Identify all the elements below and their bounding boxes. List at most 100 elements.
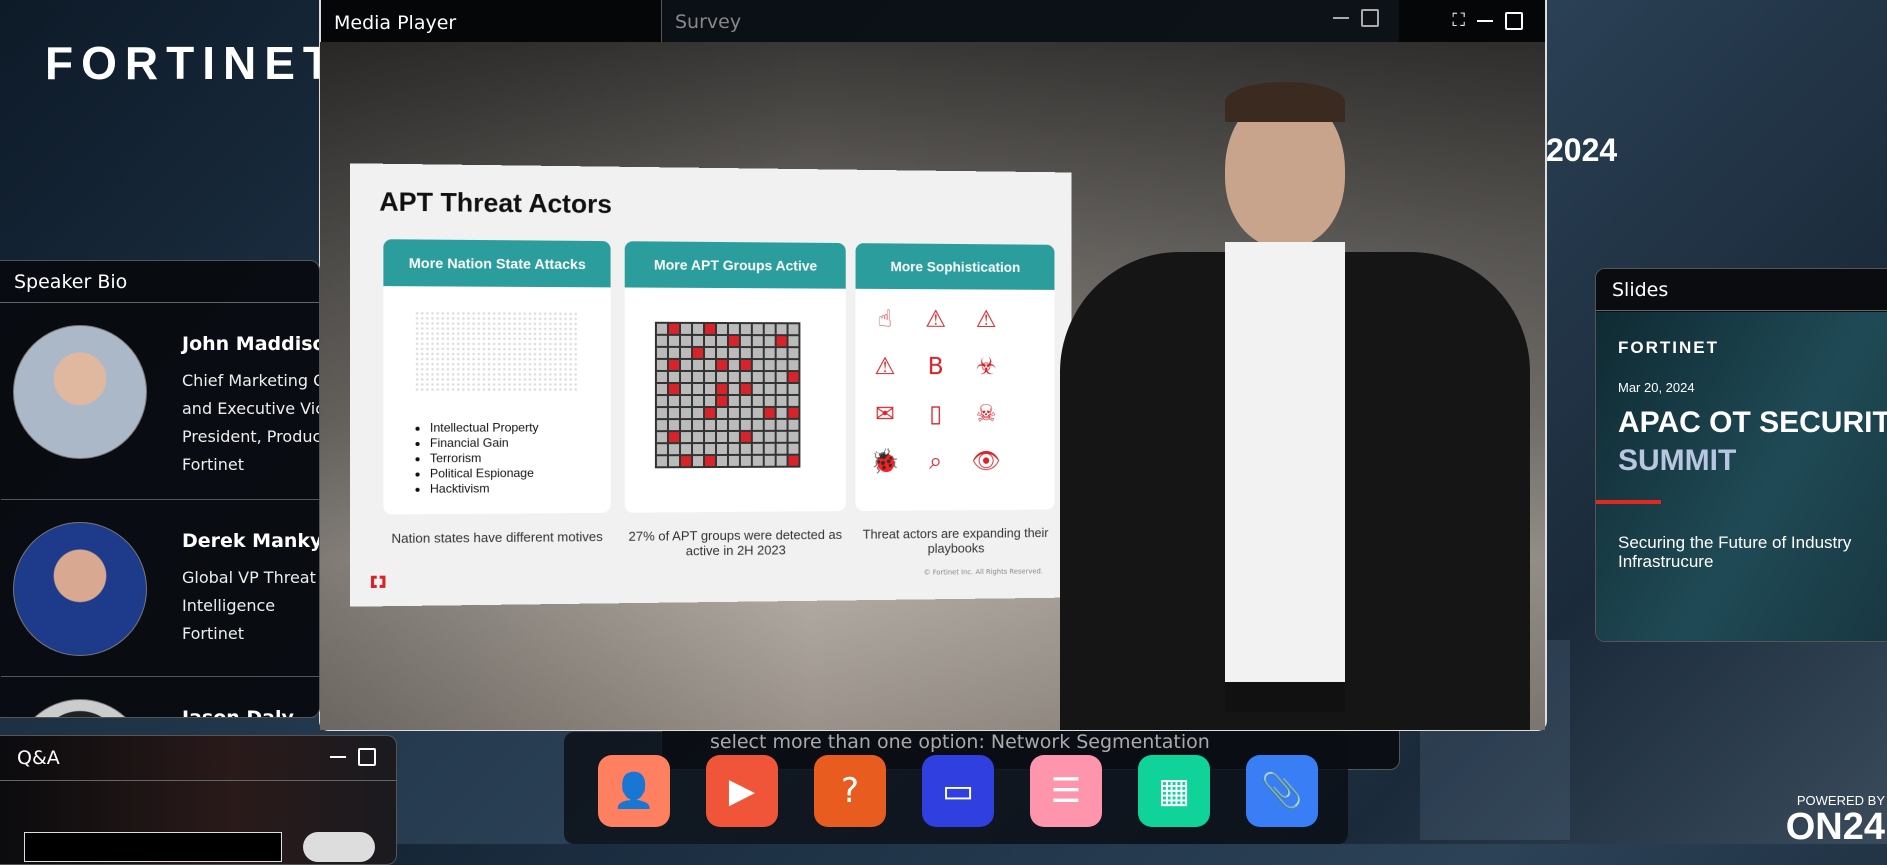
grid-cell <box>728 419 740 431</box>
grid-cell <box>788 455 800 467</box>
grid-cell <box>740 395 752 407</box>
grid-cell <box>704 407 716 419</box>
grid-cell <box>776 443 788 455</box>
grid-cell <box>692 371 704 383</box>
grid-cell <box>680 443 692 455</box>
fortinet-mark-icon <box>371 576 386 588</box>
biohazard-icon: ☣ <box>971 351 1002 383</box>
qa-dock-button[interactable]: ? <box>814 755 886 827</box>
grid-cell <box>716 383 728 395</box>
grid-cell <box>764 359 776 371</box>
grid-cell <box>764 407 776 419</box>
speaker-title-line: Fortinet <box>182 620 320 648</box>
question-input[interactable] <box>24 832 282 862</box>
grid-cell <box>656 323 668 335</box>
grid-cell <box>728 359 740 371</box>
slides-dock-button[interactable]: ▭ <box>922 755 994 827</box>
grid-cell <box>764 455 776 467</box>
speaker-item[interactable]: John Maddison Chief Marketing Officer and … <box>1 303 319 500</box>
grid-cell <box>668 383 680 395</box>
envelope-icon: ✉ <box>869 398 900 430</box>
media-player-dock-button[interactable]: ▶ <box>706 755 778 827</box>
bullet: Financial Gain <box>430 436 539 452</box>
minimize-icon[interactable] <box>1477 20 1493 22</box>
grid-cell <box>716 395 728 407</box>
grid-cell <box>776 371 788 383</box>
grid-cell <box>704 347 716 359</box>
speaker-title-line: and Executive Vice <box>182 395 320 423</box>
submit-button[interactable] <box>303 832 375 862</box>
grid-cell <box>740 443 752 455</box>
grid-cell <box>740 407 752 419</box>
grid-cell <box>728 335 740 347</box>
grid-cell <box>716 419 728 431</box>
maximize-icon[interactable] <box>358 748 376 766</box>
card-heading: More APT Groups Active <box>625 241 846 289</box>
slide-date: Mar 20, 2024 <box>1618 380 1695 395</box>
avatar <box>13 699 147 718</box>
grid-cell <box>788 383 800 395</box>
question-chat-icon: ? <box>841 771 859 811</box>
grid-cell <box>692 323 704 335</box>
accent-bar <box>1596 500 1661 504</box>
grid-cell <box>680 455 692 467</box>
qa-panel: Q&A <box>0 735 397 865</box>
grid-cell <box>704 323 716 335</box>
door-icon: ▯ <box>920 398 951 430</box>
calendar-icon: ▦ <box>1158 771 1190 811</box>
speaker-bio-title: Speaker Bio <box>0 261 319 303</box>
grid-cell <box>680 431 692 443</box>
grid-cell <box>728 395 740 407</box>
presentation-icon: ▭ <box>942 771 974 811</box>
maximize-icon[interactable] <box>1505 12 1523 30</box>
video-stream[interactable]: APT Threat Actors More Nation State Atta… <box>320 42 1545 730</box>
grid-cell <box>680 323 692 335</box>
grid-cell <box>776 407 788 419</box>
grid-cell <box>656 383 668 395</box>
slide-headline-2: SUMMIT <box>1618 444 1736 478</box>
powered-by-on24: POWERED BY ON24 <box>1786 793 1887 846</box>
grid-cell <box>704 371 716 383</box>
grid-cell <box>692 359 704 371</box>
grid-cell <box>680 371 692 383</box>
resources-dock-button[interactable]: 📎 <box>1246 755 1318 827</box>
threat-icons: ☝ ⚠ ⚠ ⚠ B ☣ ✉ ▯ ☠ 🐞 ⌕ 👁 <box>856 289 1055 491</box>
speaker-item[interactable]: Jason Daly <box>1 677 319 718</box>
bullet: Hacktivism <box>430 481 539 497</box>
grid-cell <box>692 419 704 431</box>
card-sophistication: More Sophistication ☝ ⚠ ⚠ ⚠ B ☣ ✉ ▯ ☠ 🐞 ⌕ 👁 <box>856 243 1055 511</box>
grid-cell <box>776 359 788 371</box>
speaker-bio-dock-button[interactable]: 👤 <box>598 755 670 827</box>
card-heading: More Nation State Attacks <box>383 239 610 287</box>
slide-thumbnail[interactable]: FORTINET Mar 20, 2024 APAC OT SECURITY S… <box>1596 312 1887 641</box>
grid-cell <box>728 443 740 455</box>
bug-icon: 🐞 <box>869 445 900 477</box>
bitcoin-icon: B <box>920 350 951 382</box>
expand-icon[interactable]: ⛶ <box>1452 10 1465 31</box>
grid-cell <box>764 395 776 407</box>
grid-cell <box>752 383 764 395</box>
grid-cell <box>728 323 740 335</box>
grid-cell <box>692 395 704 407</box>
grid-cell <box>740 455 752 467</box>
survey-dock-button[interactable]: ☰ <box>1030 755 1102 827</box>
grid-cell <box>752 323 764 335</box>
grid-cell <box>752 347 764 359</box>
grid-cell <box>704 455 716 467</box>
slide-headline: APAC OT SECURITY <box>1618 406 1887 440</box>
avatar <box>13 522 147 656</box>
card-apt-groups: More APT Groups Active <box>625 241 846 512</box>
calendar-dock-button[interactable]: ▦ <box>1138 755 1210 827</box>
grid-cell <box>752 359 764 371</box>
speaker-item[interactable]: Derek Manky Global VP Threat Intelligence F… <box>1 500 319 677</box>
rocket-warning-icon: ⚠ <box>920 303 951 335</box>
grid-cell <box>704 335 716 347</box>
skull-drive-icon: ☠ <box>971 398 1002 430</box>
slides-panel: Slides FORTINET Mar 20, 2024 APAC OT SEC… <box>1595 268 1887 642</box>
grid-cell <box>656 371 668 383</box>
minimize-icon[interactable] <box>330 756 346 758</box>
speaker-title-line: President, Products <box>182 423 320 451</box>
grid-cell <box>764 431 776 443</box>
grid-cell <box>680 347 692 359</box>
slide-footer: © Fortinet Inc. All Rights Reserved. <box>924 567 1043 576</box>
